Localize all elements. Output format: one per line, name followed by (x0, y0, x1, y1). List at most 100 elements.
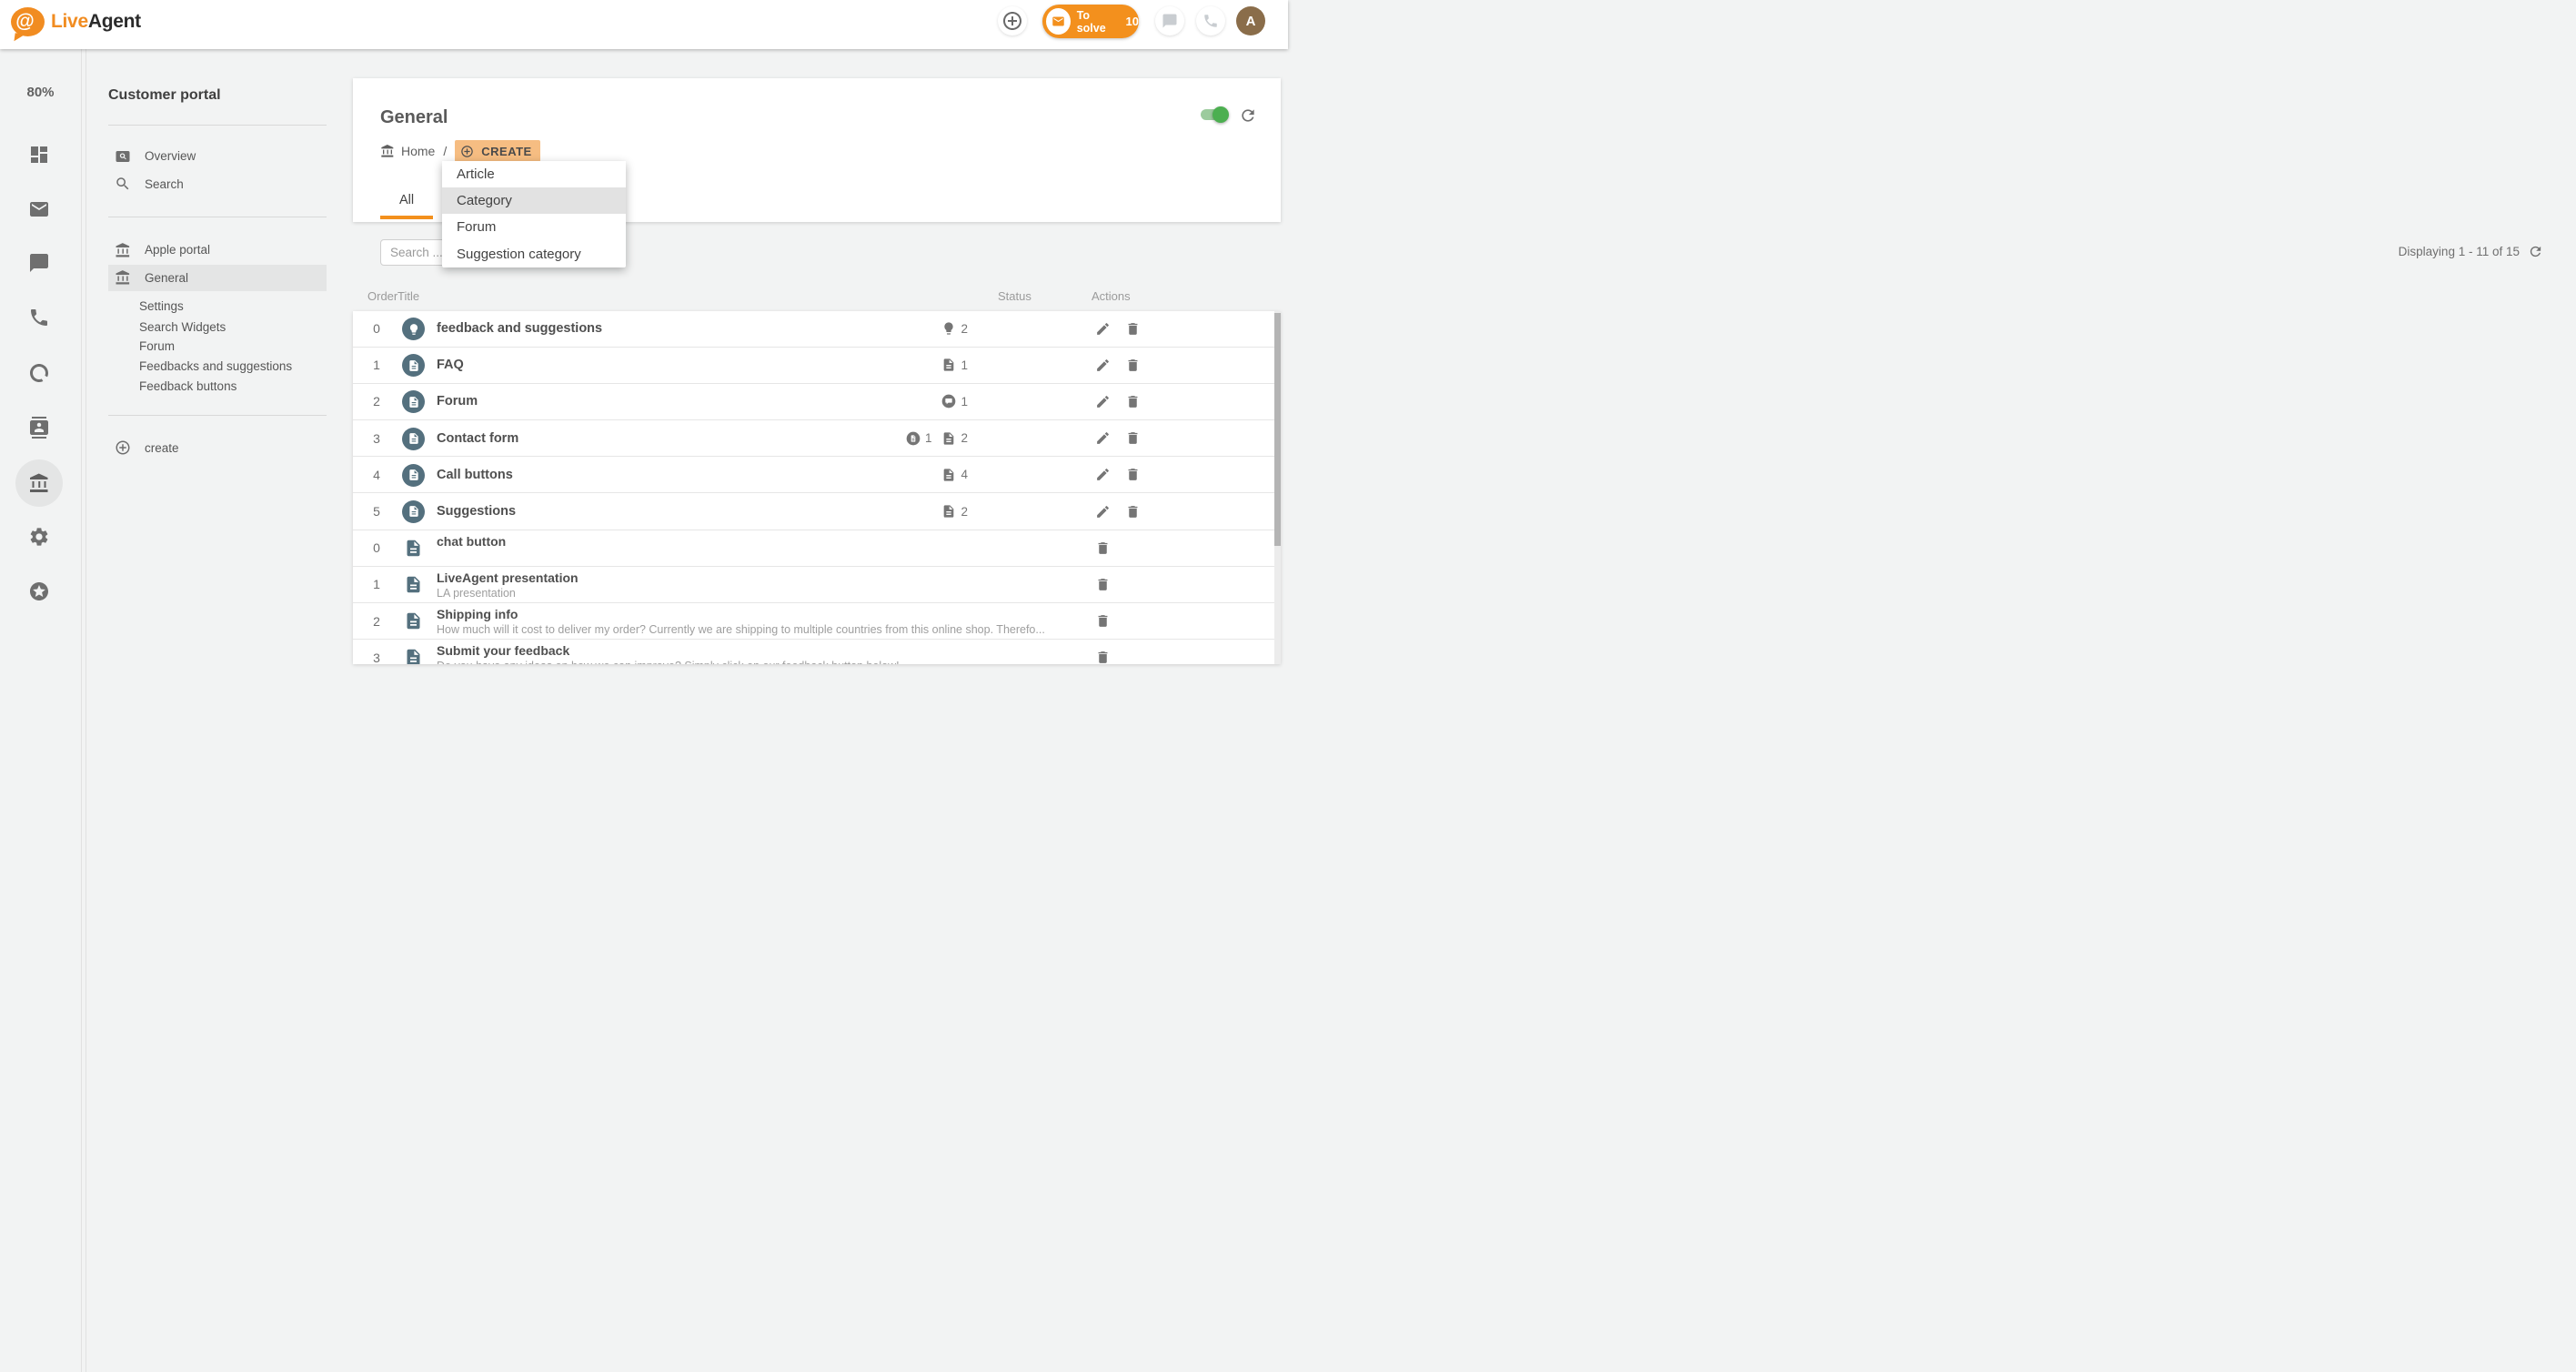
to-solve-button[interactable]: To solve 10 (1042, 5, 1139, 38)
document-icon (404, 648, 423, 664)
trash-icon (1125, 467, 1141, 482)
plus-circle-icon (115, 439, 131, 456)
document-icon (402, 354, 425, 377)
edit-button[interactable] (1095, 457, 1112, 492)
edit-button[interactable] (1095, 420, 1112, 456)
table-row-category-feedback-and-suggestions[interactable]: 0 feedback and suggestions 2 (353, 311, 1281, 348)
delete-button[interactable] (1125, 493, 1142, 529)
create-dropdown-menu: Article Category Forum Suggestion catego… (442, 161, 626, 267)
breadcrumb: Home / CREATE (380, 140, 540, 162)
brand-text: LiveAgent (51, 11, 141, 33)
mail-icon[interactable] (28, 198, 50, 220)
document-icon (402, 464, 425, 487)
trash-icon (1095, 577, 1111, 592)
user-avatar[interactable]: A (1236, 6, 1265, 35)
refresh-icon[interactable] (2528, 244, 2543, 259)
sidebar-item-general[interactable]: General (108, 265, 327, 291)
chat-icon[interactable] (28, 252, 50, 274)
sidebar-item-overview[interactable]: Overview (108, 143, 327, 169)
plus-circle-icon (460, 145, 474, 158)
delete-button[interactable] (1095, 640, 1112, 664)
delete-button[interactable] (1095, 530, 1112, 566)
sidebar-item-settings[interactable]: Settings (139, 299, 184, 313)
document-icon (941, 358, 956, 372)
document-icon (404, 539, 423, 558)
menu-item-article[interactable]: Article (442, 161, 626, 187)
delete-button[interactable] (1095, 603, 1112, 639)
table-row-article-submit-your-feedback[interactable]: 3 Submit your feedback Do you have any i… (353, 640, 1281, 664)
menu-item-forum[interactable]: Forum (442, 214, 626, 240)
dashboard-icon[interactable] (28, 144, 50, 166)
star-icon[interactable] (28, 580, 50, 602)
pencil-icon (1095, 430, 1111, 446)
history-icon[interactable] (28, 362, 50, 384)
sidebar-item-search[interactable]: Search (108, 171, 327, 197)
refresh-icon[interactable] (1239, 106, 1257, 125)
menu-item-category[interactable]: Category (442, 187, 626, 214)
table-row-category-forum[interactable]: 2 Forum 1 (353, 384, 1281, 420)
column-header-status: Status (998, 289, 1031, 303)
edit-button[interactable] (1095, 493, 1112, 529)
delete-button[interactable] (1125, 348, 1142, 383)
liveagent-logo[interactable]: @ LiveAgent (11, 7, 141, 36)
add-new-button[interactable] (998, 6, 1027, 35)
sidebar-item-create[interactable]: create (108, 435, 327, 461)
table-row-category-contact-form[interactable]: 3 Contact form 1 2 (353, 420, 1281, 457)
delete-button[interactable] (1125, 311, 1142, 347)
table-row-article-shipping-info[interactable]: 2 Shipping info How much will it cost to… (353, 603, 1281, 640)
chat-bubble-icon (1162, 13, 1178, 29)
delete-button[interactable] (1125, 457, 1142, 492)
column-header-order: Order (367, 289, 397, 303)
lightbulb-icon (941, 321, 956, 336)
sidebar-item-feedback-buttons[interactable]: Feedback buttons (139, 379, 236, 393)
scrollbar-thumb[interactable] (1274, 313, 1281, 546)
page-title: General (380, 107, 448, 128)
badge-search-icon (115, 148, 131, 165)
status-badges: 1 (941, 348, 973, 383)
delete-button[interactable] (1125, 420, 1142, 456)
document-icon (941, 468, 956, 482)
top-bar: @ LiveAgent To solve 10 A (0, 0, 1288, 49)
edit-button[interactable] (1095, 311, 1112, 347)
delete-button[interactable] (1125, 384, 1142, 419)
gear-icon[interactable] (28, 526, 50, 548)
sidebar-item-feedbacks-suggestions[interactable]: Feedbacks and suggestions (139, 359, 292, 373)
liveagent-bubble-icon: @ (11, 7, 45, 36)
delete-button[interactable] (1095, 567, 1112, 602)
sidebar-item-apple-portal[interactable]: Apple portal (108, 237, 327, 263)
sidebar-item-search-widgets[interactable]: Search Widgets (139, 320, 226, 334)
to-solve-count: 10 (1126, 15, 1139, 28)
toggle-knob (1213, 106, 1229, 123)
table-row-category-call-buttons[interactable]: 4 Call buttons 4 (353, 457, 1281, 493)
divider (108, 125, 327, 126)
pencil-icon (1095, 467, 1111, 482)
breadcrumb-home[interactable]: Home (401, 144, 435, 158)
status-badges: 2 (941, 493, 973, 529)
tab-all[interactable]: All (380, 193, 433, 207)
create-button[interactable]: CREATE (455, 140, 539, 162)
chat-status-button[interactable] (1155, 6, 1184, 35)
envelope-icon (1052, 15, 1065, 28)
table-row-category-suggestions[interactable]: 5 Suggestions 2 (353, 493, 1281, 530)
phone-status-button[interactable] (1196, 6, 1225, 35)
plus-circle-icon (1001, 10, 1023, 32)
table-row-category-faq[interactable]: 1 FAQ 1 (353, 348, 1281, 384)
phone-icon[interactable] (28, 307, 50, 328)
trash-icon (1125, 504, 1141, 520)
portal-icon[interactable] (28, 472, 50, 494)
edit-button[interactable] (1095, 348, 1112, 383)
paging-bar: Displaying 1 - 11 of 15 (2399, 244, 2543, 259)
edit-button[interactable] (1095, 384, 1112, 419)
table-scrollbar[interactable] (1274, 311, 1281, 665)
table-row-article-chat-button[interactable]: 0 chat button (353, 530, 1281, 567)
portal-enabled-toggle[interactable] (1201, 109, 1225, 120)
status-badges: 1 2 (906, 420, 973, 456)
menu-item-suggestion-category[interactable]: Suggestion category (442, 241, 626, 267)
article-snippet: Do you have any ideas on how we can impr… (437, 660, 1237, 664)
trash-icon (1095, 540, 1111, 556)
tab-active-underline (380, 216, 433, 219)
sidebar-item-forum[interactable]: Forum (139, 339, 175, 353)
contacts-icon[interactable] (28, 417, 50, 439)
table-row-article-liveagent-presentation[interactable]: 1 LiveAgent presentation LA presentation (353, 567, 1281, 603)
document-icon (402, 390, 425, 413)
